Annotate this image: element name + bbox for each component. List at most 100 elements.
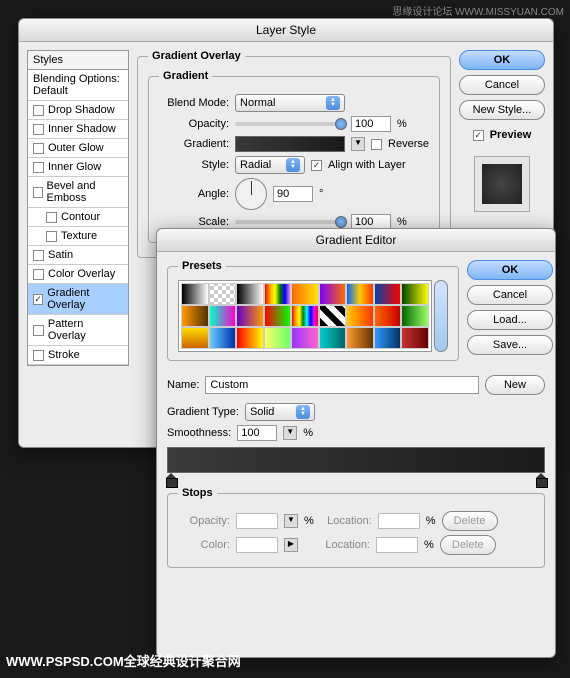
style-item[interactable]: Satin: [28, 246, 128, 265]
presets-grid: [178, 280, 432, 352]
gradient-overlay-group: Gradient Overlay Gradient Blend Mode: No…: [137, 50, 451, 258]
new-style-button[interactable]: New Style...: [459, 100, 545, 120]
load-button[interactable]: Load...: [467, 310, 553, 330]
stops-group: Stops Opacity: ▼ % Location: % Delete Co…: [167, 487, 545, 568]
new-gradient-button[interactable]: New: [485, 375, 545, 395]
style-checkbox[interactable]: [33, 162, 44, 173]
watermark-top: 思缘设计论坛 WWW.MISSYUAN.COM: [392, 3, 564, 18]
style-item[interactable]: Color Overlay: [28, 265, 128, 284]
style-item[interactable]: Texture: [28, 227, 128, 246]
preset-swatch[interactable]: [319, 327, 347, 349]
style-select[interactable]: Radial ▲▼: [235, 156, 305, 174]
style-checkbox[interactable]: [33, 124, 44, 135]
preset-swatch[interactable]: [181, 305, 209, 327]
preset-swatch[interactable]: [374, 327, 402, 349]
style-item[interactable]: Contour: [28, 208, 128, 227]
preset-swatch[interactable]: [291, 327, 319, 349]
preset-swatch[interactable]: [264, 327, 292, 349]
gradient-name-input[interactable]: [205, 376, 479, 394]
preset-swatch[interactable]: [401, 327, 429, 349]
stop-location-input[interactable]: [378, 513, 420, 529]
preset-swatch[interactable]: [401, 305, 429, 327]
presets-group: Presets: [167, 260, 459, 361]
smoothness-dropdown-icon[interactable]: ▼: [283, 426, 297, 440]
color-stop[interactable]: [166, 474, 176, 486]
style-item[interactable]: Inner Shadow: [28, 120, 128, 139]
style-checkbox[interactable]: [33, 325, 44, 336]
preset-swatch[interactable]: [264, 283, 292, 305]
stop-opacity-input[interactable]: [236, 513, 278, 529]
style-checkbox[interactable]: [33, 105, 44, 116]
styles-panel: Styles Blending Options: DefaultDrop Sha…: [27, 50, 129, 366]
style-item[interactable]: Bevel and Emboss: [28, 177, 128, 208]
presets-scrollbar[interactable]: [434, 280, 448, 352]
dropdown-arrows-icon: ▲▼: [296, 405, 310, 419]
preset-swatch[interactable]: [319, 305, 347, 327]
style-item[interactable]: ✓Gradient Overlay: [28, 284, 128, 315]
reverse-checkbox[interactable]: [371, 139, 382, 150]
angle-input[interactable]: [273, 186, 313, 202]
preset-swatch[interactable]: [236, 327, 264, 349]
style-item[interactable]: Inner Glow: [28, 158, 128, 177]
preset-swatch[interactable]: [291, 305, 319, 327]
preset-swatch[interactable]: [181, 283, 209, 305]
preset-swatch[interactable]: [236, 283, 264, 305]
ge-ok-button[interactable]: OK: [467, 260, 553, 280]
gradient-swatch[interactable]: [235, 136, 345, 152]
ge-cancel-button[interactable]: Cancel: [467, 285, 553, 305]
save-button[interactable]: Save...: [467, 335, 553, 355]
cancel-button[interactable]: Cancel: [459, 75, 545, 95]
style-checkbox[interactable]: [33, 250, 44, 261]
delete-opacity-stop-button[interactable]: Delete: [442, 511, 498, 531]
gradient-bar[interactable]: [167, 447, 545, 473]
style-checkbox[interactable]: [33, 187, 43, 198]
styles-header[interactable]: Styles: [27, 50, 129, 70]
preset-swatch[interactable]: [346, 305, 374, 327]
stop-color-location-input[interactable]: [376, 537, 418, 553]
gradient-dropdown-icon[interactable]: ▼: [351, 137, 365, 151]
gradient-type-select[interactable]: Solid ▲▼: [245, 403, 315, 421]
preset-swatch[interactable]: [209, 283, 237, 305]
angle-dial[interactable]: [235, 178, 267, 210]
preview-box: [474, 156, 530, 212]
ok-button[interactable]: OK: [459, 50, 545, 70]
preset-swatch[interactable]: [209, 305, 237, 327]
preset-swatch[interactable]: [374, 305, 402, 327]
style-item[interactable]: Stroke: [28, 346, 128, 365]
stop-color-input[interactable]: [236, 537, 278, 553]
smoothness-input[interactable]: [237, 425, 277, 441]
delete-color-stop-button[interactable]: Delete: [440, 535, 496, 555]
preset-swatch[interactable]: [374, 283, 402, 305]
preset-swatch[interactable]: [264, 305, 292, 327]
gradient-editor-dialog: Gradient Editor Presets OK Cancel Load..…: [156, 228, 556, 658]
watermark-bottom: WWW.PSPSD.COM全球经典设计聚合网: [6, 651, 241, 670]
preset-swatch[interactable]: [346, 327, 374, 349]
style-item[interactable]: Pattern Overlay: [28, 315, 128, 346]
preset-swatch[interactable]: [181, 327, 209, 349]
scale-slider[interactable]: [235, 220, 345, 224]
style-item[interactable]: Drop Shadow: [28, 101, 128, 120]
style-item[interactable]: Blending Options: Default: [28, 70, 128, 101]
opacity-input[interactable]: [351, 116, 391, 132]
opacity-slider[interactable]: [235, 122, 345, 126]
preview-checkbox[interactable]: ✓: [473, 130, 484, 141]
style-checkbox[interactable]: [33, 350, 44, 361]
style-checkbox[interactable]: [33, 143, 44, 154]
preset-swatch[interactable]: [209, 327, 237, 349]
styles-list: Blending Options: DefaultDrop ShadowInne…: [27, 70, 129, 366]
preset-swatch[interactable]: [401, 283, 429, 305]
preset-swatch[interactable]: [319, 283, 347, 305]
preset-swatch[interactable]: [291, 283, 319, 305]
style-item[interactable]: Outer Glow: [28, 139, 128, 158]
preset-swatch[interactable]: [346, 283, 374, 305]
section-legend: Gradient Overlay: [148, 50, 245, 62]
style-checkbox[interactable]: [33, 269, 44, 280]
preset-swatch[interactable]: [236, 305, 264, 327]
style-checkbox[interactable]: [46, 231, 57, 242]
dropdown-arrows-icon: ▲▼: [286, 158, 300, 172]
align-checkbox[interactable]: ✓: [311, 160, 322, 171]
style-checkbox[interactable]: [46, 212, 57, 223]
style-checkbox[interactable]: ✓: [33, 294, 43, 305]
color-stop[interactable]: [536, 474, 546, 486]
blend-mode-select[interactable]: Normal ▲▼: [235, 94, 345, 112]
